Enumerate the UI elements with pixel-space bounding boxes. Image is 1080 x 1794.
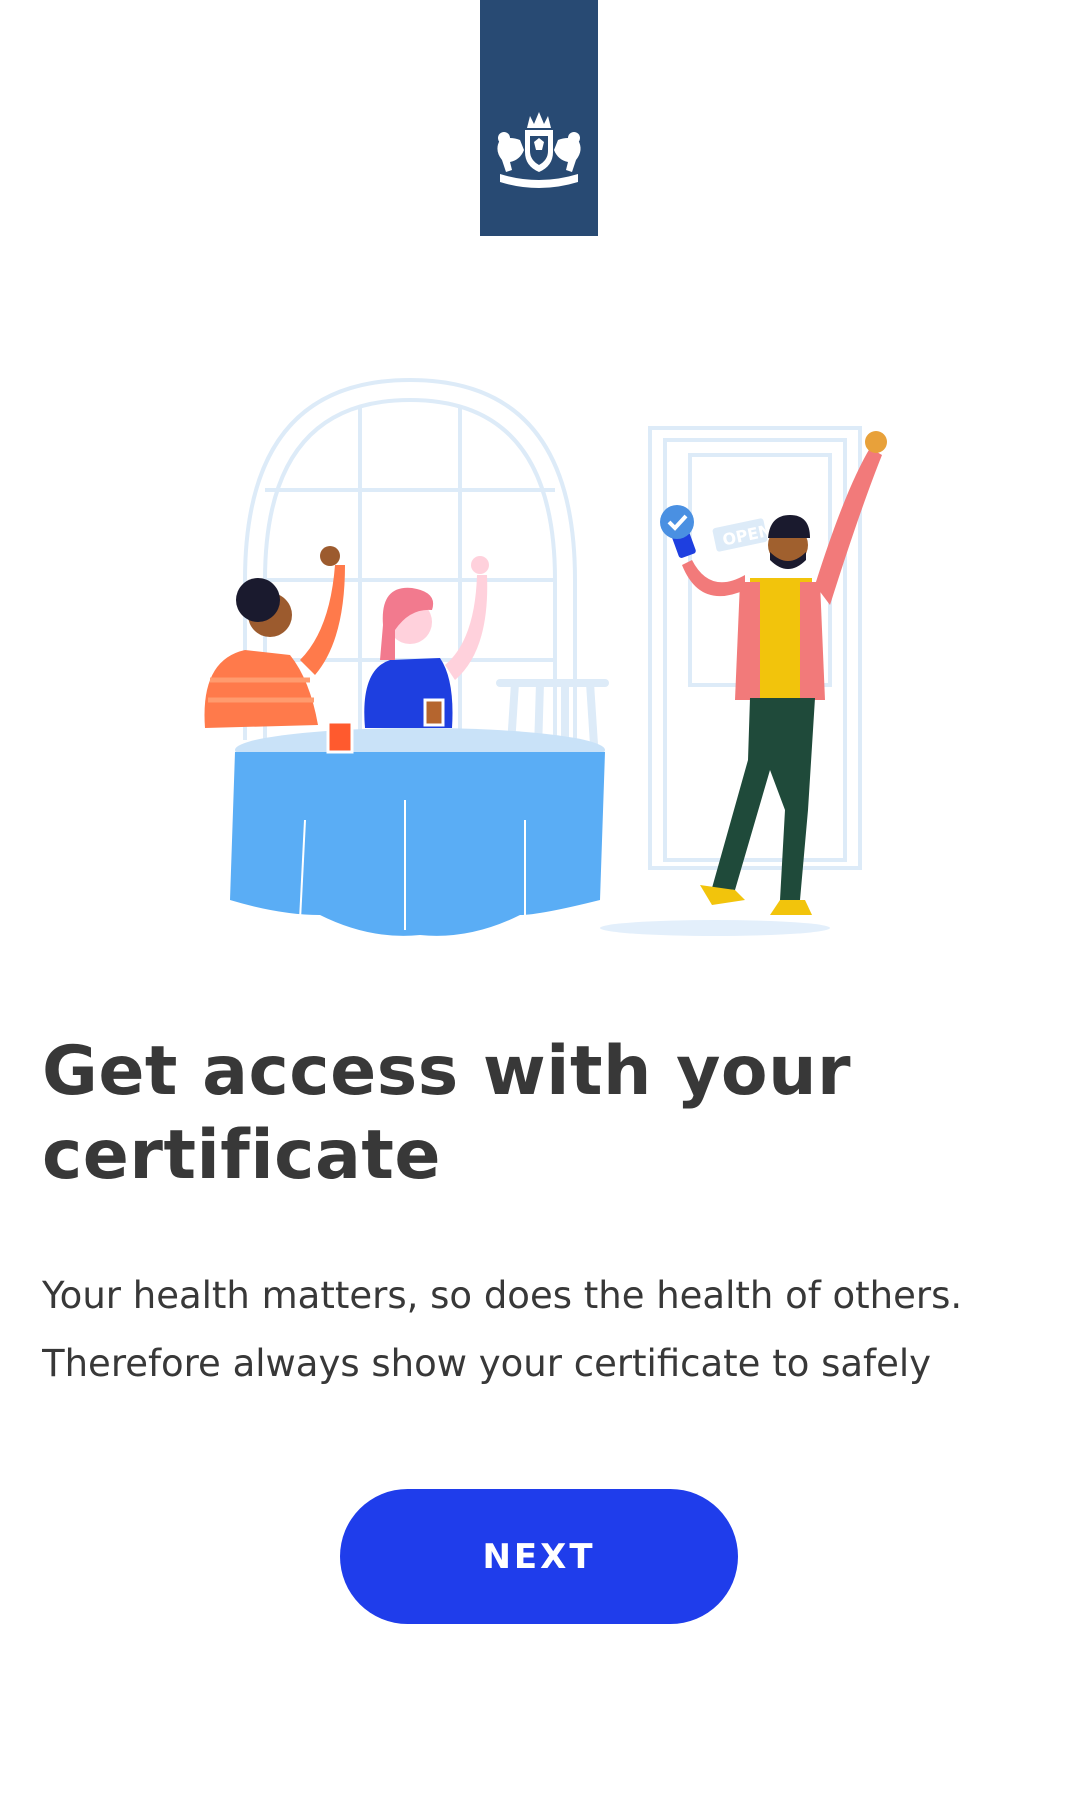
restaurant-access-illustration: OPEN — [204, 377, 887, 936]
table — [230, 698, 605, 936]
next-button[interactable]: NEXT — [340, 1489, 738, 1624]
coat-of-arms-icon — [497, 112, 581, 188]
page-title: Get access with your certificate — [42, 1032, 852, 1195]
person-right — [660, 431, 887, 915]
body-text: Your health matters, so does the health … — [42, 1274, 963, 1385]
open-sign: OPEN — [712, 518, 773, 552]
government-logo-banner — [480, 0, 598, 236]
person-left — [204, 546, 345, 728]
